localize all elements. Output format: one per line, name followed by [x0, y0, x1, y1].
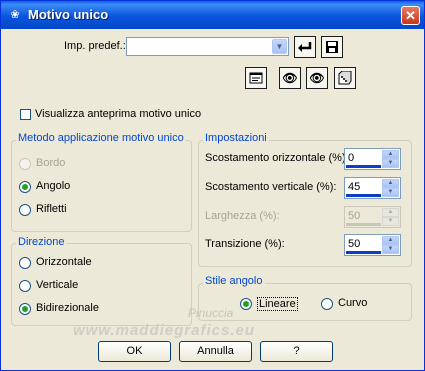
preset-combobox[interactable]: ▼ [126, 37, 289, 56]
preview-toggle-icon: 👁 [309, 71, 325, 85]
dice-button[interactable] [334, 67, 356, 89]
chevron-up-icon[interactable]: ▲ [382, 150, 399, 159]
chevron-up-icon: ▲ [382, 208, 399, 217]
v-offset-spinner[interactable]: 45 ▲ ▼ [344, 177, 401, 199]
reset-icon [298, 42, 312, 52]
width-label: Larghezza (%): [205, 210, 280, 222]
radio-verticale-label: Verticale [36, 279, 79, 291]
transition-slider[interactable] [346, 251, 381, 254]
watermark-url: www.maddiegrafics.eu [73, 322, 255, 339]
radio-rifletti-label: Rifletti [36, 203, 67, 215]
chevron-up-icon[interactable]: ▲ [382, 179, 399, 188]
chevron-down-icon: ▼ [382, 217, 399, 226]
v-offset-slider[interactable] [346, 194, 381, 197]
chevron-down-icon[interactable]: ▼ [382, 188, 399, 197]
dialog-options-button[interactable] [245, 67, 267, 89]
radio-bordo-label: Bordo [36, 157, 66, 169]
watermark-signature: Pinuccia [188, 306, 234, 320]
dialog-options-icon [249, 72, 263, 84]
close-button[interactable]: ✕ [401, 6, 420, 25]
v-offset-label: Scostamento verticale (%): [205, 181, 337, 193]
direction-group-legend: Direzione [16, 236, 67, 248]
window-title: Motivo unico [28, 7, 109, 22]
title-bar[interactable]: ❀ Motivo unico ✕ [1, 1, 424, 29]
settings-group-legend: Impostazioni [203, 132, 269, 144]
width-slider [346, 223, 381, 226]
radio-curvo-label: Curvo [338, 297, 368, 309]
chevron-down-icon[interactable]: ▼ [382, 245, 399, 254]
chevron-down-icon[interactable]: ▼ [382, 159, 399, 168]
preview-toggle-button[interactable]: 👁 [306, 67, 328, 89]
transition-value: 50 [348, 238, 361, 250]
save-preset-icon [326, 41, 338, 53]
radio-orizzontale-label: Orizzontale [36, 256, 92, 268]
radio-orizzontale[interactable] [19, 257, 31, 269]
radio-curvo[interactable] [321, 298, 333, 310]
cancel-button[interactable]: Annulla [179, 341, 252, 362]
paint-shop-pro-icon: ❀ [10, 9, 20, 21]
randomize-button[interactable]: 👁 [279, 67, 301, 89]
save-preset-button[interactable] [321, 36, 343, 58]
width-spinner[interactable]: 50 ▲ ▼ [344, 206, 401, 228]
transition-spinner[interactable]: 50 ▲ ▼ [344, 234, 401, 256]
radio-bordo[interactable] [19, 158, 31, 170]
chevron-down-icon[interactable]: ▼ [272, 39, 287, 54]
radio-angolo[interactable] [19, 181, 31, 193]
randomize-icon: 👁 [282, 71, 298, 85]
radio-angolo-label: Angolo [36, 180, 71, 192]
h-offset-spinner[interactable]: 0 ▲ ▼ [344, 148, 401, 170]
corner-style-legend: Stile angolo [203, 275, 265, 287]
preview-checkbox-label: Visualizza anteprima motivo unico [35, 108, 202, 120]
method-group-legend: Metodo applicazione motivo unico [16, 132, 186, 144]
h-offset-label: Scostamento orizzontale (%): [205, 152, 349, 164]
dice-icon [338, 70, 352, 85]
transition-label: Transizione (%): [205, 238, 285, 250]
radio-rifletti[interactable] [19, 204, 31, 216]
v-offset-value: 45 [348, 181, 361, 193]
radio-lineare-label: Lineare [257, 297, 298, 311]
radio-verticale[interactable] [19, 280, 31, 292]
preview-checkbox[interactable] [20, 109, 31, 120]
radio-lineare[interactable] [240, 298, 252, 310]
dialog-window: ❀ Motivo unico ✕ Imp. predef.: ▼ 👁 👁 Vis… [0, 0, 425, 371]
help-button[interactable]: ? [260, 341, 333, 362]
width-value: 50 [348, 210, 361, 222]
radio-bidirezionale[interactable] [19, 303, 31, 315]
h-offset-value: 0 [348, 152, 355, 164]
close-icon: ✕ [405, 8, 416, 23]
radio-bidirezionale-label: Bidirezionale [36, 302, 99, 314]
chevron-up-icon[interactable]: ▲ [382, 236, 399, 245]
reset-button[interactable] [294, 36, 316, 58]
ok-button[interactable]: OK [98, 341, 171, 362]
preset-label: Imp. predef.: [64, 40, 126, 52]
h-offset-slider[interactable] [346, 165, 381, 168]
